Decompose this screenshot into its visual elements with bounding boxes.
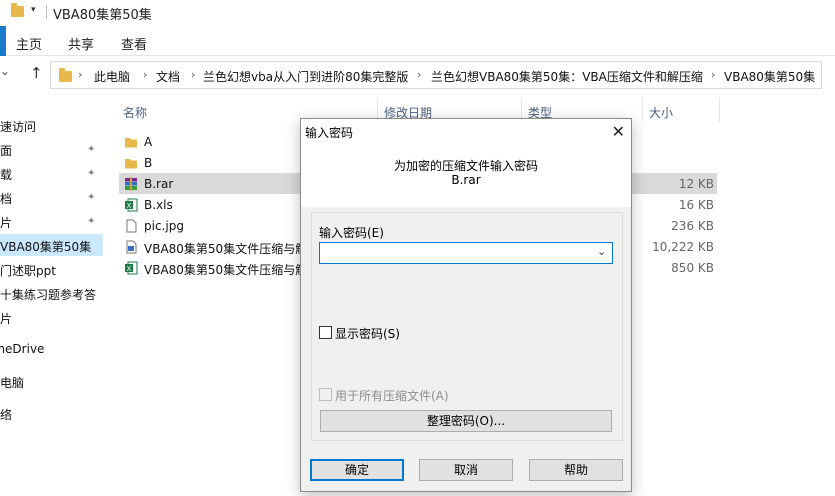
nav-item-onedrive[interactable]: OneDrive (0, 342, 44, 356)
chevron-right-icon[interactable]: › (78, 68, 82, 81)
dialog-title: 输入密码 (305, 126, 354, 140)
chevron-right-icon[interactable]: › (191, 68, 195, 81)
tab-home[interactable]: 主页 (16, 34, 42, 53)
recent-locations-icon[interactable]: ⌄ (0, 64, 10, 78)
video-file-icon (124, 240, 138, 254)
chevron-down-icon[interactable]: ⌄ (597, 245, 606, 258)
folder-icon[interactable] (11, 3, 24, 17)
file-name[interactable]: B.xls (144, 198, 173, 212)
tab-file[interactable] (0, 26, 6, 56)
column-divider[interactable] (719, 98, 720, 122)
rar-archive-icon (124, 177, 138, 191)
svg-text:X: X (127, 265, 132, 273)
use-for-all-archives-label: 用于所有压缩文件(A) (335, 389, 449, 403)
file-size: 236 KB (671, 219, 714, 233)
chevron-right-icon[interactable]: › (803, 68, 807, 81)
pin-icon: ✦ (87, 192, 96, 203)
password-label: 输入密码(E) (319, 226, 384, 240)
chevron-right-icon[interactable]: › (143, 68, 147, 81)
image-file-icon (124, 219, 138, 233)
password-dialog: 输入密码 ✕ 为加密的压缩文件输入密码 B.rar 输入密码(E) ⌄ 显示密码… (300, 118, 632, 492)
show-password-label[interactable]: 显示密码(S) (335, 325, 400, 342)
excel-icon: X (124, 261, 138, 275)
column-header-size[interactable]: 大小 (649, 104, 673, 121)
file-name[interactable]: VBA80集第50集文件压缩与解 (144, 261, 307, 278)
nav-item-network[interactable]: 网络 (0, 406, 12, 423)
file-name[interactable]: B (144, 156, 152, 170)
file-size: 850 KB (671, 261, 714, 275)
cancel-button[interactable]: 取消 (419, 459, 513, 481)
file-name[interactable]: pic.jpg (144, 219, 184, 233)
folder-icon (124, 135, 138, 149)
nav-item-documents[interactable]: 文档 (0, 190, 12, 207)
up-arrow-icon[interactable]: ↑ (30, 64, 43, 82)
excel-icon: X (124, 198, 138, 212)
close-icon[interactable]: ✕ (612, 122, 625, 141)
tab-share[interactable]: 共享 (68, 34, 94, 53)
address-bar[interactable]: › 此电脑 › 文档 › 兰色幻想vba从入门到进阶80集完整版 › 兰色幻想V… (50, 61, 822, 89)
breadcrumb-this-pc[interactable]: 此电脑 (94, 68, 130, 85)
help-button[interactable]: 帮助 (529, 459, 623, 481)
file-size: 16 KB (678, 198, 714, 212)
dialog-title-bar[interactable]: 输入密码 ✕ (301, 119, 631, 145)
breadcrumb-episode-folder[interactable]: 兰色幻想VBA80集第50集：VBA压缩文件和解压缩 (431, 68, 703, 85)
tab-view[interactable]: 查看 (121, 34, 147, 53)
file-name[interactable]: A (144, 135, 152, 149)
password-input[interactable] (319, 242, 613, 264)
folder-icon (124, 156, 138, 170)
chevron-right-icon[interactable]: › (711, 68, 715, 81)
chevron-right-icon[interactable]: › (417, 68, 421, 81)
file-name[interactable]: VBA80集第50集文件压缩与解 (144, 240, 307, 257)
nav-item-desktop[interactable]: 桌面 (0, 142, 12, 159)
file-size: 10,222 KB (652, 240, 714, 254)
nav-item-current-folder[interactable]: VBA80集第50集 (0, 238, 91, 255)
organize-passwords-button[interactable]: 整理密码(O)... (320, 410, 612, 432)
nav-item-exercise-folder[interactable]: 第十集练习题参考答 (0, 286, 96, 303)
dialog-filename: B.rar (451, 173, 481, 187)
nav-item-quick-access[interactable]: 快速访问 (0, 118, 36, 135)
nav-item-pictures-2[interactable]: 图片 (0, 310, 12, 327)
breadcrumb-documents[interactable]: 文档 (156, 68, 180, 85)
ok-button[interactable]: 确定 (310, 459, 404, 481)
file-name[interactable]: B.rar (144, 177, 173, 191)
use-for-all-archives-checkbox (319, 388, 332, 401)
file-size: 12 KB (678, 177, 714, 191)
folder-icon (59, 68, 72, 82)
column-header-name[interactable]: 名称 (123, 104, 147, 121)
svg-text:X: X (127, 202, 132, 210)
pin-icon: ✦ (87, 144, 96, 155)
title-separator (46, 5, 47, 19)
pin-icon: ✦ (87, 168, 96, 179)
quick-access-dropdown-icon[interactable]: ▾ (31, 5, 36, 15)
window-title: VBA80集第50集 (53, 8, 152, 23)
breadcrumb-current-folder[interactable]: VBA80集第50集 (724, 68, 815, 85)
dialog-heading: 为加密的压缩文件输入密码 (393, 159, 538, 173)
nav-item-this-pc[interactable]: 此电脑 (0, 374, 24, 391)
nav-item-pictures[interactable]: 图片 (0, 214, 12, 231)
nav-item-ppt-folder[interactable]: 部门述职ppt (0, 262, 56, 279)
column-divider[interactable] (642, 98, 643, 122)
dialog-header: 为加密的压缩文件输入密码 B.rar (301, 145, 631, 207)
nav-item-downloads[interactable]: 下载 (0, 166, 12, 183)
breadcrumb-course-folder[interactable]: 兰色幻想vba从入门到进阶80集完整版 (203, 68, 408, 85)
show-password-checkbox[interactable] (319, 326, 332, 339)
pin-icon: ✦ (87, 216, 96, 227)
